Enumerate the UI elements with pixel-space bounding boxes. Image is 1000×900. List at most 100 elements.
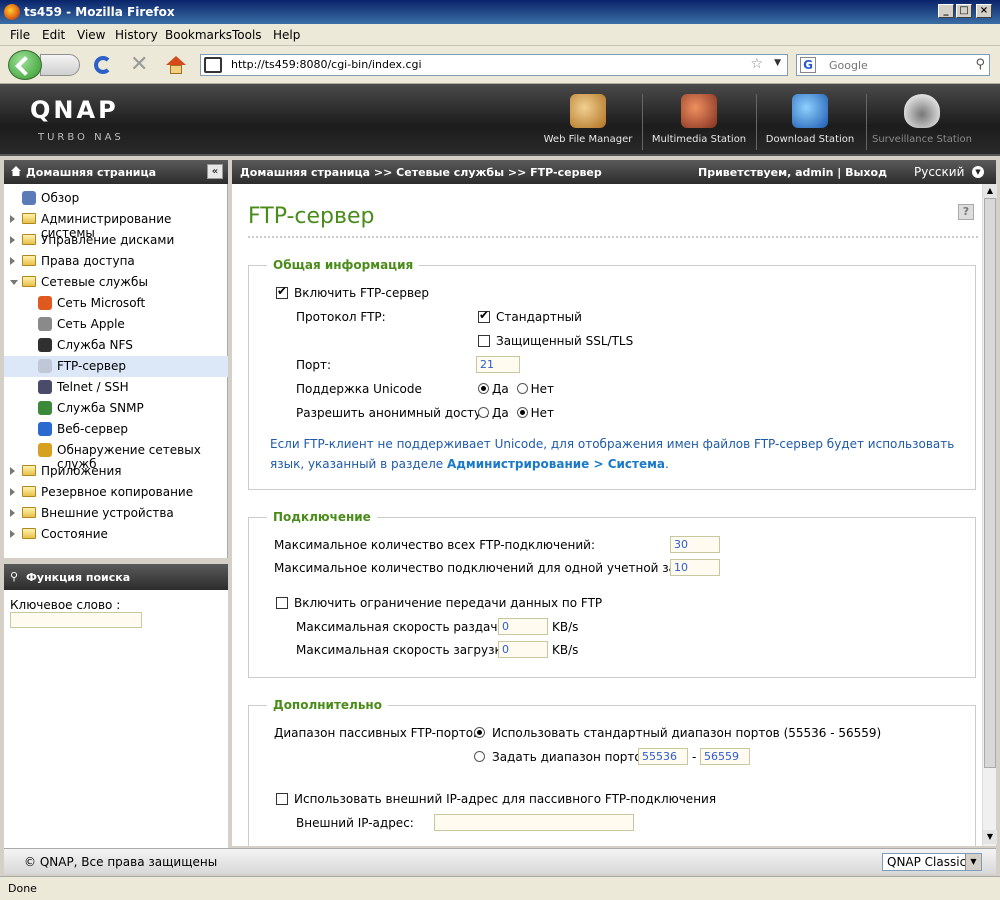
limit-transfer-row: Включить ограничение передачи данных по … (276, 596, 602, 610)
search-icon[interactable]: ⚲ (975, 57, 985, 72)
collapsed-arrow-icon[interactable] (10, 509, 15, 517)
custom-range-radio[interactable] (474, 751, 485, 762)
max-account-input[interactable] (670, 559, 720, 576)
tree-item[interactable]: Резервное копирование (4, 482, 228, 503)
tree-item[interactable]: Обзор (4, 188, 228, 209)
collapse-panel-button[interactable]: « (207, 164, 223, 179)
snmp-icon (38, 401, 52, 415)
tree-item[interactable]: Права доступа (4, 251, 228, 272)
tree-item[interactable]: Сетевые службы (4, 272, 228, 293)
upload-speed-input[interactable] (498, 618, 548, 635)
external-ip-checkbox[interactable] (276, 793, 288, 805)
forward-button[interactable] (40, 54, 80, 76)
surveillance-station-link[interactable]: Surveillance Station (866, 92, 978, 152)
greeting-logout[interactable]: Приветствуем, admin | Выход (698, 166, 887, 179)
address-bar[interactable]: http://ts459:8080/cgi-bin/index.cgi ☆ ▼ (200, 54, 788, 76)
minimize-button[interactable]: _ (938, 4, 954, 18)
bookmark-star-icon[interactable]: ☆ (750, 56, 763, 72)
menu-file[interactable]: File (10, 28, 30, 42)
ftp-icon (38, 359, 52, 373)
url-dropdown-icon[interactable]: ▼ (774, 58, 781, 68)
tree-item[interactable]: Внешние устройства (4, 503, 228, 524)
expanded-arrow-icon[interactable] (10, 280, 18, 285)
site-identity-icon[interactable] (204, 57, 222, 73)
menu-help[interactable]: Help (273, 28, 300, 42)
collapsed-arrow-icon[interactable] (10, 257, 15, 265)
language-selector[interactable]: Русский (914, 165, 964, 179)
anonymous-yes-radio[interactable] (478, 407, 489, 418)
breadcrumb: Домашняя страница >> Сетевые службы >> F… (240, 166, 602, 179)
home-panel-header: Домашняя страница « (4, 160, 228, 184)
tree-item-label: Сеть Apple (57, 317, 125, 331)
tree-item[interactable]: Администрирование системы (4, 209, 228, 240)
admin-system-link[interactable]: Администрирование > Система (447, 457, 665, 471)
theme-dropdown-icon[interactable]: ▼ (965, 854, 981, 870)
copyright: © QNAP, Все права защищены (24, 855, 218, 869)
port-input[interactable] (476, 356, 520, 373)
search-input[interactable] (829, 57, 969, 73)
theme-select[interactable]: QNAP Classic ▼ (882, 853, 982, 871)
tree-item-label: Сеть Microsoft (57, 296, 146, 310)
max-all-input[interactable] (670, 536, 720, 553)
search-box[interactable]: G ⚲ (796, 54, 990, 76)
keyword-input[interactable] (10, 612, 142, 628)
maximize-button[interactable]: □ (956, 4, 972, 18)
back-button[interactable] (8, 50, 42, 80)
reload-icon[interactable] (94, 56, 112, 74)
url-text[interactable]: http://ts459:8080/cgi-bin/index.cgi (231, 58, 422, 71)
tree-item[interactable]: Служба NFS (4, 335, 228, 356)
tree-item[interactable]: Веб-сервер (4, 419, 228, 440)
tree-item[interactable]: Состояние (4, 524, 228, 545)
home-icon[interactable] (166, 56, 186, 76)
tree-item[interactable]: Обнаружение сетевых служб (4, 440, 228, 471)
scroll-down-icon[interactable]: ▼ (983, 830, 997, 844)
protocol-ssl-checkbox[interactable] (478, 335, 490, 347)
help-icon[interactable]: ? (958, 204, 974, 220)
collapsed-arrow-icon[interactable] (10, 236, 15, 244)
tree-item[interactable]: FTP-сервер (4, 356, 228, 377)
qnap-logo: QNAP (30, 96, 119, 124)
close-button[interactable]: × (976, 4, 992, 18)
unicode-no-radio[interactable] (516, 383, 528, 394)
anonymous-no-radio[interactable] (516, 407, 528, 418)
protocol-standard-checkbox[interactable] (478, 308, 490, 323)
tree-item[interactable]: Приложения (4, 461, 228, 482)
scrollbar-thumb[interactable] (984, 198, 996, 768)
default-range-radio[interactable] (474, 727, 485, 738)
google-engine-icon[interactable]: G (800, 57, 816, 73)
tree-item[interactable]: Telnet / SSH (4, 377, 228, 398)
protocol-label: Протокол FTP: (296, 310, 386, 324)
range-to-input[interactable] (700, 748, 750, 765)
unicode-yes-radio[interactable] (478, 383, 489, 394)
tree-item[interactable]: Сеть Microsoft (4, 293, 228, 314)
limit-transfer-checkbox[interactable] (276, 597, 288, 609)
menu-view[interactable]: View (77, 28, 105, 42)
menu-tools[interactable]: Tools (232, 28, 262, 42)
menu-history[interactable]: History (115, 28, 158, 42)
tree-item[interactable]: Сеть Apple (4, 314, 228, 335)
anonymous-label: Разрешить анонимный доступ (296, 406, 489, 420)
max-account-label: Максимальное количество подключений для … (274, 561, 711, 575)
language-dropdown-icon[interactable]: ▼ (972, 166, 984, 178)
multimedia-station-link[interactable]: Multimedia Station (643, 92, 755, 152)
tree-item-label: Управление дисками (41, 233, 175, 247)
main-scrollbar[interactable]: ▲ ▼ (982, 184, 997, 846)
collapsed-arrow-icon[interactable] (10, 488, 15, 496)
enable-ftp-checkbox[interactable] (276, 284, 288, 299)
scroll-up-icon[interactable]: ▲ (983, 184, 997, 198)
external-ip-input[interactable] (434, 814, 634, 831)
upload-unit: KB/s (552, 620, 579, 634)
menu-bookmarks[interactable]: Bookmarks (165, 28, 232, 42)
stop-icon[interactable]: ✕ (130, 54, 150, 76)
web-file-manager-link[interactable]: Web File Manager (532, 92, 644, 152)
collapsed-arrow-icon[interactable] (10, 530, 15, 538)
telnet-icon (38, 380, 52, 394)
tree-item[interactable]: Управление дисками (4, 230, 228, 251)
collapsed-arrow-icon[interactable] (10, 467, 15, 475)
download-station-link[interactable]: Download Station (754, 92, 866, 152)
download-speed-input[interactable] (498, 641, 548, 658)
collapsed-arrow-icon[interactable] (10, 215, 15, 223)
menu-edit[interactable]: Edit (42, 28, 65, 42)
range-from-input[interactable] (638, 748, 688, 765)
tree-item[interactable]: Служба SNMP (4, 398, 228, 419)
